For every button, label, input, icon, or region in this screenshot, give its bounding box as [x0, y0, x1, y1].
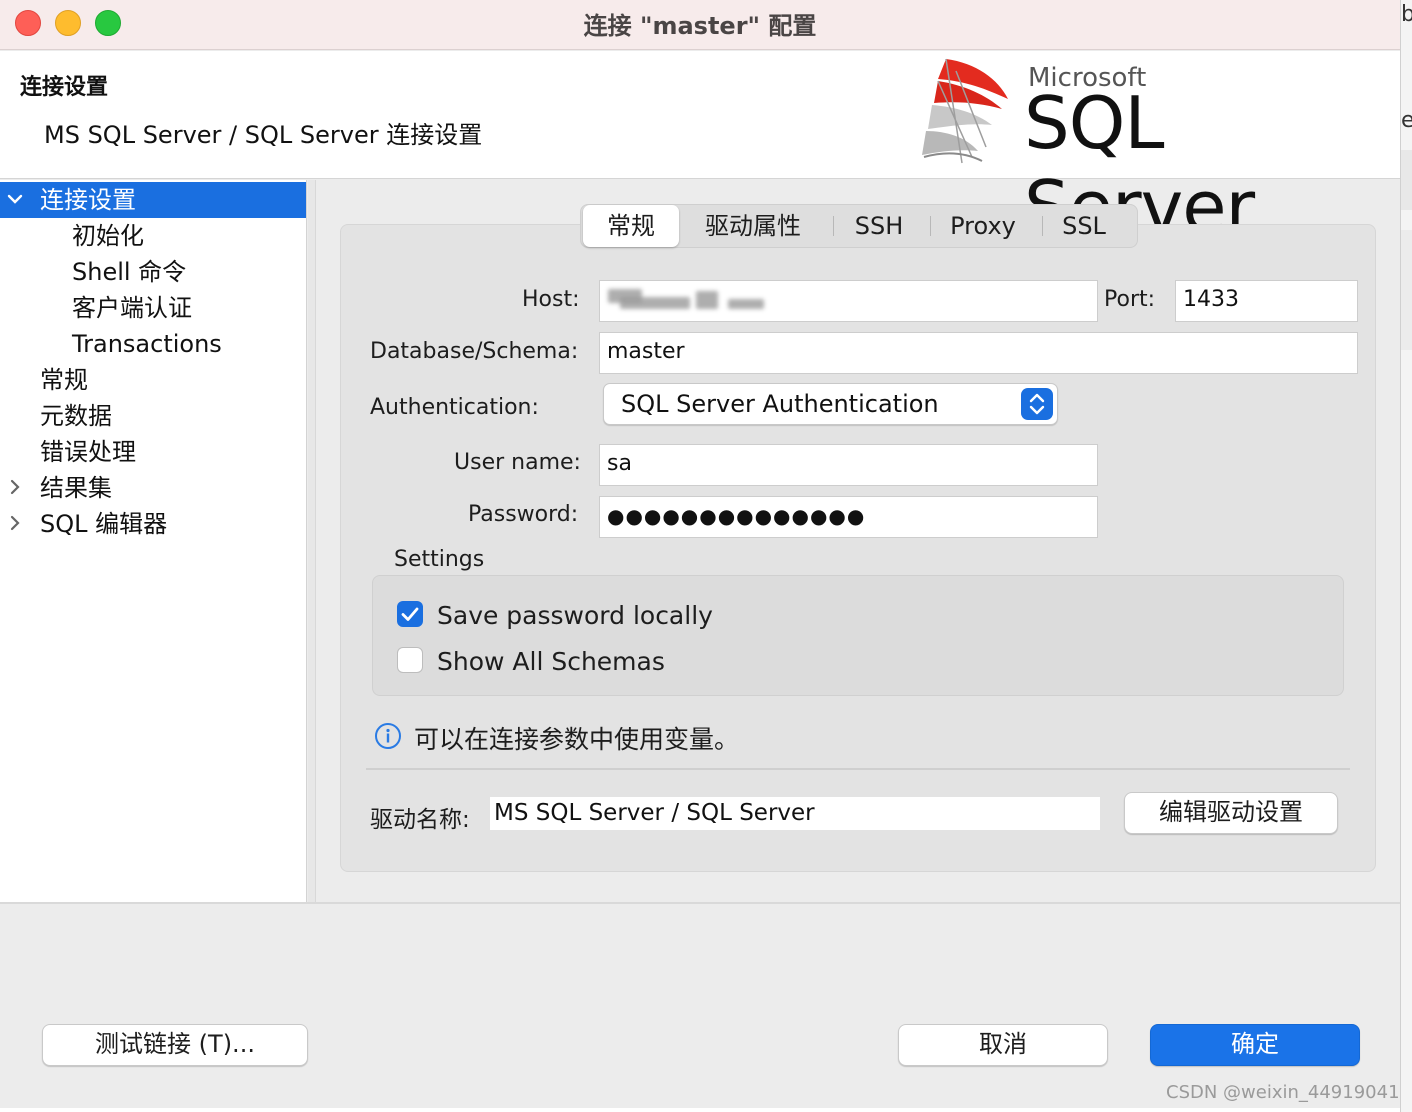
settings-tabs: 常规 驱动属性 SSH Proxy SSL — [580, 204, 1138, 248]
select-stepper-icon[interactable] — [1021, 388, 1053, 420]
host-redacted — [696, 291, 718, 309]
save-password-label[interactable]: Save password locally — [437, 601, 713, 630]
tab-driver-properties[interactable]: 驱动属性 — [685, 205, 821, 247]
sidebar-item-general[interactable]: 常规 — [0, 362, 306, 398]
port-input[interactable]: 1433 — [1175, 280, 1358, 322]
test-connection-button[interactable]: 测试链接 (T)... — [42, 1024, 308, 1066]
sidebar-item-label: SQL 编辑器 — [40, 510, 168, 538]
host-redacted — [728, 299, 764, 309]
sidebar-item-result-sets[interactable]: 结果集 — [0, 470, 306, 506]
background-window: b e — [1400, 0, 1412, 1112]
show-all-schemas-label[interactable]: Show All Schemas — [437, 647, 665, 676]
sidebar-item-error-handling[interactable]: 错误处理 — [0, 434, 306, 470]
sidebar-item-label: 结果集 — [40, 474, 112, 502]
tab-general[interactable]: 常规 — [583, 205, 679, 247]
tab-separator — [1042, 216, 1043, 236]
sidebar-item-connection-settings[interactable]: 连接设置 — [0, 182, 306, 218]
footer-divider — [0, 902, 1400, 904]
authentication-label: Authentication: — [370, 395, 539, 420]
page-header: 连接设置 MS SQL Server / SQL Server 连接设置 Mic… — [0, 51, 1400, 249]
tab-separator — [833, 216, 834, 236]
sidebar-item-label: Transactions — [72, 330, 222, 358]
sidebar-item-label: 初始化 — [72, 222, 144, 250]
sql-server-logo: Microsoft SQL Server — [916, 51, 1386, 249]
cancel-button[interactable]: 取消 — [898, 1024, 1108, 1066]
background-window-text: e — [1401, 108, 1412, 133]
sidebar-item-label: 错误处理 — [40, 438, 136, 466]
window-title: 连接 "master" 配置 — [583, 12, 817, 40]
sidebar-item-label: 客户端认证 — [72, 294, 192, 322]
settings-group: Save password locally Show All Schemas — [372, 575, 1344, 696]
password-label: Password: — [468, 502, 579, 527]
divider — [366, 768, 1350, 770]
sidebar-splitter[interactable] — [308, 180, 316, 902]
tab-separator — [930, 216, 931, 236]
sidebar-item-client-auth[interactable]: 客户端认证 — [0, 290, 306, 326]
host-redacted — [620, 297, 690, 309]
edit-driver-settings-button[interactable]: 编辑驱动设置 — [1124, 792, 1338, 834]
page-title: 连接设置 — [20, 75, 109, 100]
sidebar-item-sql-editor[interactable]: SQL 编辑器 — [0, 506, 306, 542]
save-password-checkbox[interactable] — [397, 601, 423, 627]
authentication-selected-value: SQL Server Authentication — [621, 390, 939, 418]
background-window-panel — [1401, 150, 1412, 210]
settings-group-label: Settings — [394, 547, 485, 572]
host-label: Host: — [522, 287, 580, 312]
password-input[interactable]: ●●●●●●●●●●●●●● — [599, 496, 1098, 538]
driver-name-label: 驱动名称: — [370, 807, 470, 833]
sql-server-logo-icon — [922, 58, 1008, 164]
connection-config-dialog: 连接 "master" 配置 连接设置 MS SQL Server / SQL … — [0, 0, 1400, 1108]
host-input[interactable] — [599, 280, 1098, 322]
sidebar-item-transactions[interactable]: Transactions — [0, 326, 306, 362]
driver-name-value: MS SQL Server / SQL Server — [490, 797, 1100, 830]
sidebar-item-label: 常规 — [40, 366, 88, 394]
sidebar-item-label: 元数据 — [40, 402, 112, 430]
page-subtitle: MS SQL Server / SQL Server 连接设置 — [44, 121, 483, 149]
username-input[interactable]: sa — [599, 444, 1098, 486]
database-input[interactable]: master — [599, 332, 1358, 374]
tab-ssl[interactable]: SSL — [1047, 205, 1121, 247]
info-icon — [374, 722, 404, 752]
ok-button[interactable]: 确定 — [1150, 1024, 1360, 1066]
tab-ssh[interactable]: SSH — [839, 205, 919, 247]
show-all-schemas-checkbox[interactable] — [397, 647, 423, 673]
sidebar-item-metadata[interactable]: 元数据 — [0, 398, 306, 434]
sidebar-item-shell-commands[interactable]: Shell 命令 — [0, 254, 306, 290]
variables-hint: 可以在连接参数中使用变量。 — [414, 725, 740, 754]
chevron-right-icon[interactable] — [6, 506, 28, 553]
authentication-select[interactable]: SQL Server Authentication — [603, 383, 1058, 425]
settings-sidebar: 连接设置 初始化 Shell 命令 客户端认证 Transactions 常规 … — [0, 180, 307, 902]
background-window-panel — [1401, 230, 1412, 350]
sidebar-item-label: Shell 命令 — [72, 258, 187, 286]
title-bar[interactable]: 连接 "master" 配置 — [0, 0, 1400, 50]
sidebar-item-init[interactable]: 初始化 — [0, 218, 306, 254]
database-label: Database/Schema: — [370, 339, 579, 364]
username-label: User name: — [454, 450, 581, 475]
port-label: Port: — [1104, 287, 1156, 312]
sidebar-item-label: 连接设置 — [40, 186, 136, 214]
watermark: CSDN @weixin_44919041 — [1166, 1082, 1400, 1103]
tab-proxy[interactable]: Proxy — [935, 205, 1031, 247]
background-window-text: b — [1401, 2, 1412, 27]
